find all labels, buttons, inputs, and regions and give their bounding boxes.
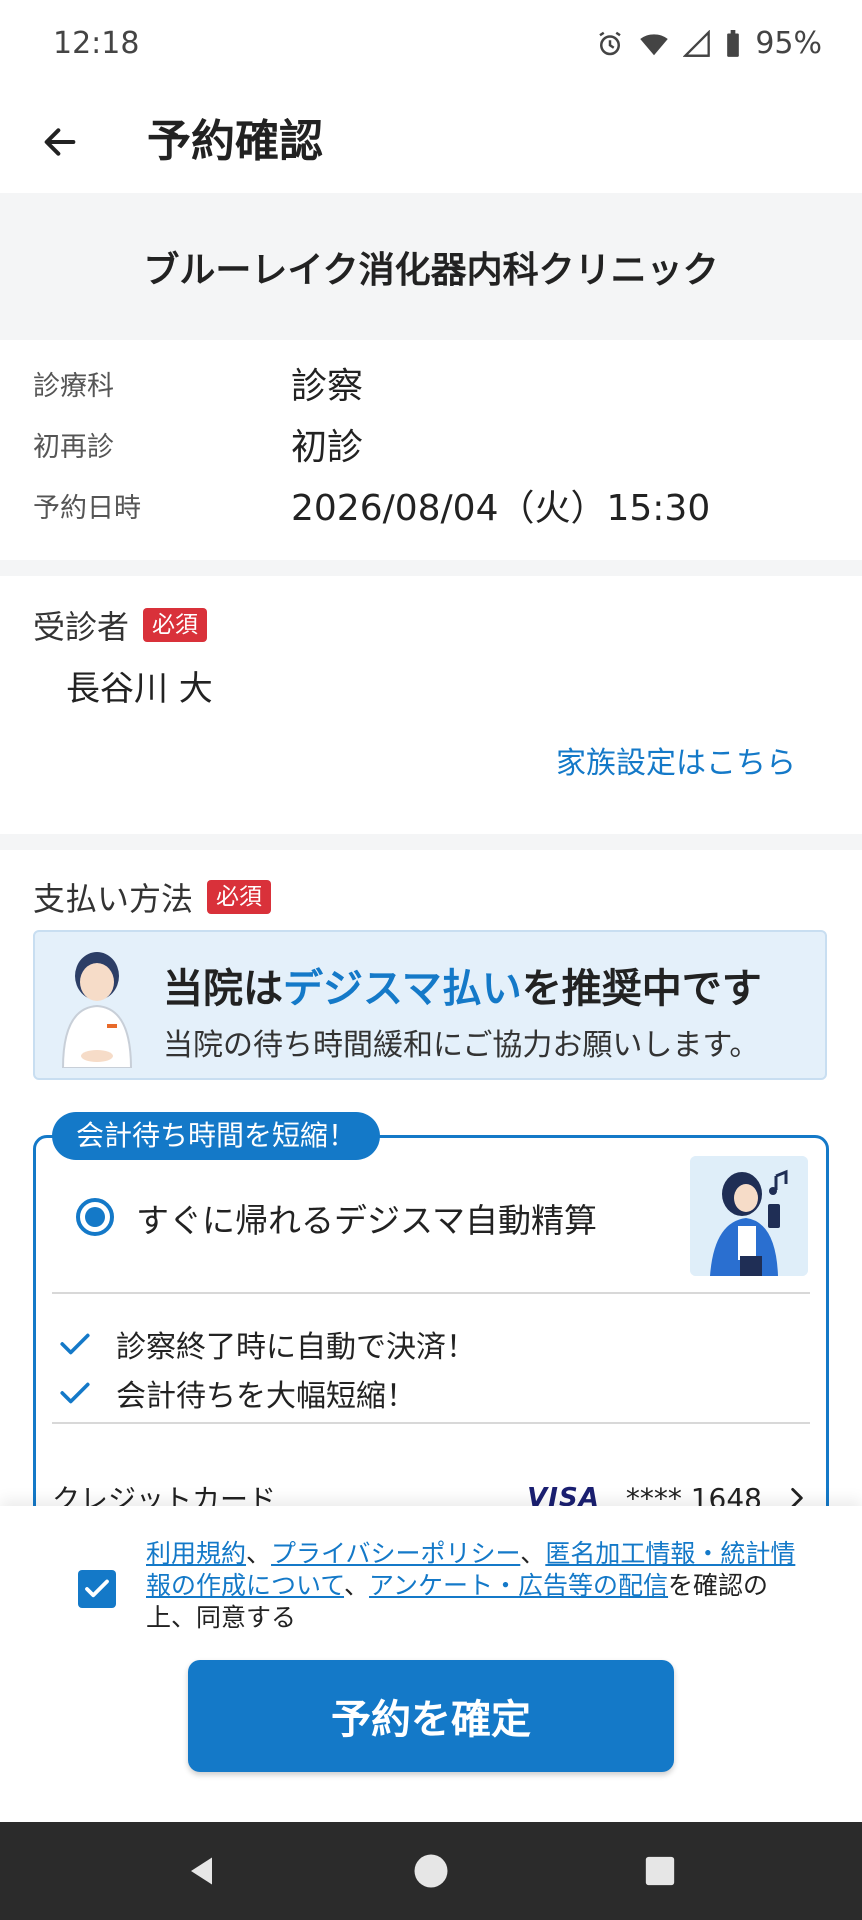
nav-recents-button[interactable] <box>635 1846 685 1896</box>
status-bar: 12:18 95% <box>0 0 862 92</box>
family-settings-link[interactable]: 家族設定はこちら <box>556 738 796 782</box>
option-radio[interactable] <box>76 1198 114 1236</box>
payment-title: 支払い方法 必須 <box>33 874 272 920</box>
option-label: すぐに帰れるデジスマ自動精算 <box>136 1201 598 1240</box>
separator: 、 <box>344 1571 370 1600</box>
promo-headline-pre: 当院は <box>163 966 283 1012</box>
battery-icon <box>727 29 740 57</box>
promo-subtext: 当院の待ち時間緩和にご協力お願いします。 <box>163 1028 760 1063</box>
section-divider <box>0 834 862 850</box>
card-divider <box>52 1292 810 1294</box>
patient-title: 受診者 必須 <box>33 602 208 648</box>
checkmark-icon <box>85 1579 109 1598</box>
required-badge: 必須 <box>207 880 272 914</box>
section-divider <box>0 560 862 576</box>
clinic-banner: ブルーレイク消化器内科クリニック <box>0 193 862 340</box>
detail-label: 予約日時 <box>33 492 141 524</box>
alarm-icon <box>599 31 622 55</box>
promo-headline: 当院はデジスマ払いを推奨中です <box>163 956 762 1014</box>
patient-section: 受診者 必須 長谷川 大 家族設定はこちら <box>0 576 862 834</box>
bottom-sheet: 利用規約、プライバシーポリシー、匿名加工情報・統計情報の作成について、アンケート… <box>0 1506 862 1822</box>
confirm-reservation-button[interactable]: 予約を確定 <box>188 1660 674 1772</box>
status-time: 12:18 <box>53 26 140 61</box>
privacy-policy-link[interactable]: プライバシーポリシー <box>271 1539 520 1568</box>
detail-row-visit-type: 初再診 初診 <box>33 419 363 469</box>
app-bar: 予約確認 <box>0 92 862 192</box>
promo-headline-highlight: デジスマ払い <box>283 966 522 1012</box>
radio-selected-dot <box>85 1207 105 1227</box>
detail-row-department: 診療科 診察 <box>33 358 363 408</box>
page-title: 予約確認 <box>147 116 323 167</box>
agree-checkbox[interactable] <box>78 1570 116 1608</box>
detail-value: 診察 <box>291 366 364 407</box>
check-icon <box>60 1382 90 1404</box>
battery-percent: 95% <box>755 26 822 61</box>
detail-label: 初再診 <box>33 431 114 463</box>
detail-row-datetime: 予約日時 2026/08/04（火）15:30 <box>33 480 710 530</box>
benefit-item: 会計待ちを大幅短縮！ <box>58 1371 416 1415</box>
smartphone-user-illustration <box>690 1156 808 1276</box>
nav-back-button[interactable] <box>178 1846 228 1896</box>
payment-title-label: 支払い方法 <box>33 880 194 918</box>
survey-ads-link[interactable]: アンケート・広告等の配信 <box>369 1571 668 1600</box>
patient-title-label: 受診者 <box>33 608 130 646</box>
required-badge: 必須 <box>143 608 208 642</box>
status-icons: 95% <box>595 26 822 61</box>
detail-value: 初診 <box>291 427 364 468</box>
system-nav-bar <box>0 1822 862 1920</box>
staff-illustration <box>61 952 133 1068</box>
triangle-back-icon <box>191 1857 212 1885</box>
option-tab-badge: 会計待ち時間を短縮！ <box>52 1112 381 1160</box>
benefit-text: 診察終了時に自動で決済！ <box>116 1330 476 1365</box>
separator: 、 <box>246 1539 272 1568</box>
check-icon <box>60 1333 90 1355</box>
card-divider <box>52 1422 810 1424</box>
detail-label: 診療科 <box>33 370 114 402</box>
nav-home-button[interactable] <box>406 1846 456 1896</box>
signal-icon <box>683 29 711 57</box>
clinic-name: ブルーレイク消化器内科クリニック <box>143 249 719 291</box>
terms-link[interactable]: 利用規約 <box>146 1539 246 1568</box>
wifi-icon <box>640 33 669 55</box>
patient-name: 長谷川 大 <box>66 669 213 709</box>
reservation-details: 診療科 診察 初再診 初診 予約日時 2026/08/04（火）15:30 <box>0 340 862 560</box>
digisma-payment-option[interactable]: 会計待ち時間を短縮！ すぐに帰れるデジスマ自動精算 診察終了時に自動で決済！ 会… <box>33 1112 829 1535</box>
benefit-text: 会計待ちを大幅短縮！ <box>116 1379 416 1414</box>
circle-home-icon <box>414 1854 448 1888</box>
agreement-text: 利用規約、プライバシーポリシー、匿名加工情報・統計情報の作成について、アンケート… <box>146 1538 812 1634</box>
benefit-item: 診察終了時に自動で決済！ <box>58 1322 476 1366</box>
square-recents-icon <box>645 1856 675 1886</box>
separator: 、 <box>520 1539 546 1568</box>
payment-section: 支払い方法 必須 当院はデジスマ払いを推奨中です 当院の待ち時間緩和にご協力お願… <box>0 850 862 1535</box>
arrow-left-icon <box>44 128 76 156</box>
detail-value: 2026/08/04（火）15:30 <box>291 488 711 529</box>
promo-banner: 当院はデジスマ払いを推奨中です 当院の待ち時間緩和にご協力お願いします。 <box>33 930 827 1080</box>
back-button[interactable] <box>30 112 90 172</box>
promo-headline-post: を推奨中です <box>521 966 762 1012</box>
